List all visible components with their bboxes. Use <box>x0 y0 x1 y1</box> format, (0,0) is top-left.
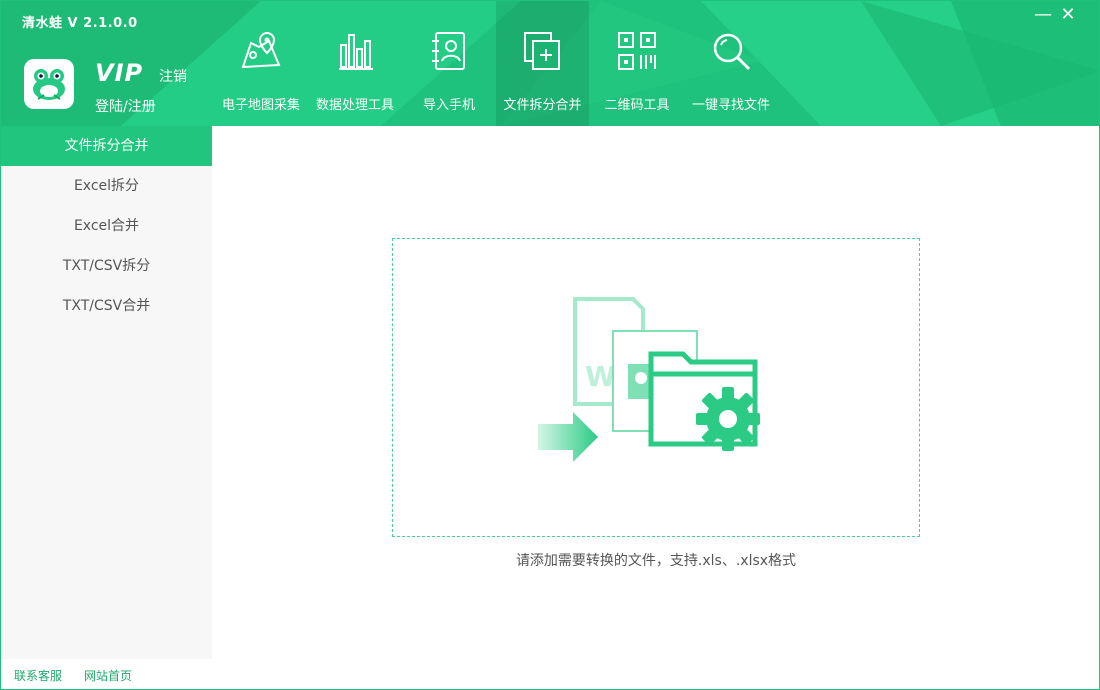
tool-data-processing[interactable]: 数据处理工具 <box>310 1 400 126</box>
app-window: 清水蛙 V 2.1.0.0 — ✕ VIP 注销 登陆/注册 电子地图采集 数据… <box>0 0 1100 690</box>
tool-map-collection[interactable]: 电子地图采集 <box>216 1 306 126</box>
search-icon <box>713 33 751 71</box>
vip-badge: VIP <box>95 59 144 87</box>
bar-chart-icon <box>339 34 373 70</box>
sidebar-item-txt-csv-split[interactable]: TXT/CSV拆分 <box>1 246 212 286</box>
tool-label: 一键寻找文件 <box>691 98 770 113</box>
minimize-button[interactable]: — <box>1031 5 1055 27</box>
contact-support-link[interactable]: 联系客服 <box>14 667 62 684</box>
app-logo <box>24 59 74 109</box>
contact-book-icon <box>432 32 465 70</box>
frog-logo-icon <box>33 69 65 100</box>
file-drop-zone[interactable]: W <box>392 238 920 537</box>
header: 清水蛙 V 2.1.0.0 — ✕ VIP 注销 登陆/注册 电子地图采集 数据… <box>1 1 1099 126</box>
logout-link[interactable]: 注销 <box>159 66 187 86</box>
tool-label: 电子地图采集 <box>221 98 300 113</box>
tool-import-phone[interactable]: 导入手机 <box>404 1 494 126</box>
tool-label: 数据处理工具 <box>315 98 394 113</box>
tool-label: 导入手机 <box>422 98 475 113</box>
sidebar-item-excel-merge[interactable]: Excel合并 <box>1 206 212 246</box>
sidebar: 文件拆分合并 Excel拆分 Excel合并 TXT/CSV拆分 TXT/CSV… <box>1 126 212 659</box>
qr-code-icon <box>618 32 656 70</box>
tool-label: 文件拆分合并 <box>503 98 582 113</box>
tool-qr-code[interactable]: 二维码工具 <box>592 1 682 126</box>
main-content: W 请添加需要转换的文件，支持.xls、.xlsx格式 <box>212 126 1099 689</box>
tool-label: 二维码工具 <box>604 98 670 113</box>
sidebar-item-file-split-merge[interactable]: 文件拆分合并 <box>1 126 212 166</box>
tool-find-file[interactable]: 一键寻找文件 <box>686 1 776 126</box>
app-title: 清水蛙 V 2.1.0.0 <box>22 16 138 31</box>
svg-text:W: W <box>585 360 616 393</box>
sidebar-item-txt-csv-merge[interactable]: TXT/CSV合并 <box>1 286 212 326</box>
file-folder-gear-icon: W <box>538 297 760 462</box>
map-pin-icon <box>241 31 281 69</box>
drop-hint-text: 请添加需要转换的文件，支持.xls、.xlsx格式 <box>515 553 797 569</box>
close-button[interactable]: ✕ <box>1056 5 1080 27</box>
website-home-link[interactable]: 网站首页 <box>84 667 132 684</box>
tool-file-split-merge[interactable]: 文件拆分合并 <box>496 1 589 126</box>
sidebar-item-excel-split[interactable]: Excel拆分 <box>1 166 212 206</box>
file-split-icon <box>523 32 560 70</box>
login-register-link[interactable]: 登陆/注册 <box>95 96 156 116</box>
sidebar-footer: 联系客服 网站首页 <box>1 659 212 689</box>
